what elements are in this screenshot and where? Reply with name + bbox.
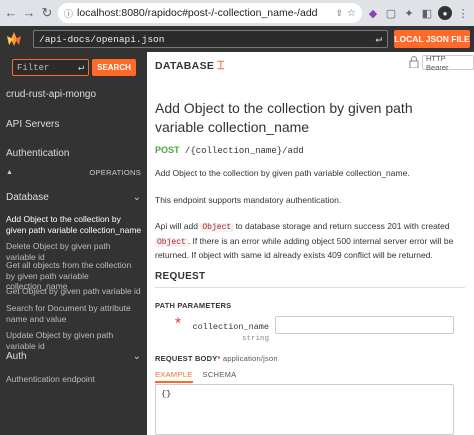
operation-title: Add Object to the collection by given pa… [155,100,413,135]
forward-icon[interactable]: → [22,5,36,21]
enter-icon[interactable]: ↵ [375,32,382,46]
operation-summary: Add Object to the collection by given pa… [155,168,410,178]
extensions-puzzle-icon[interactable]: ✦ [402,6,416,20]
sidebar-item-update-object[interactable]: Update Object by given path variable id [6,330,142,351]
inline-code: Object [200,223,234,232]
back-icon[interactable]: ← [4,5,18,21]
tab-example[interactable]: EXAMPLE [155,370,193,383]
site-info-icon[interactable]: ⓘ [64,7,73,20]
lock-icon [409,56,419,68]
local-json-file-button[interactable]: LOCAL JSON FILE [394,30,470,48]
request-heading: REQUEST [155,271,206,282]
link-icon[interactable]: ⌶ [217,58,225,73]
body-tabs: EXAMPLE SCHEMA [155,370,236,383]
sidebar-item-api-servers[interactable]: API Servers [6,119,59,130]
extension-icon[interactable]: ▢ [384,6,398,20]
sidebar-item-authentication-endpoint[interactable]: Authentication endpoint [6,374,142,385]
param-name: collection_name [192,322,269,332]
operation-description: Api will add Object to database storage … [155,221,454,260]
path-text: /{collection_name}/add [184,146,304,156]
collapse-all-icon[interactable]: ▲ [6,169,13,176]
endpoint-path: POST /{collection_name}/add [155,145,304,156]
enter-icon[interactable]: ↵ [78,62,84,74]
bookmark-star-icon[interactable]: ☆ [347,8,356,19]
sidebar-item-delete-object[interactable]: Delete Object by given path variable id [6,241,142,262]
rapidoc-header: /api-docs/openapi.json ↵ LOCAL JSON FILE [0,26,474,52]
sidebar-item-api-title[interactable]: crud-rust-api-mongo [6,89,96,100]
main-content: DATABASE ⌶ HTTP Bearer Add Object to the… [147,52,474,435]
path-parameters-heading: PATH PARAMETERS [155,301,232,310]
sidebar: Filter ↵ SEARCH crud-rust-api-mongo API … [0,52,147,435]
search-button[interactable]: SEARCH [92,59,136,76]
browser-toolbar: ← → ↻ ⓘ localhost:8080/rapidoc#post-/-co… [0,0,474,26]
chevron-down-icon: ⌄ [132,351,141,362]
filter-input[interactable]: Filter ↵ [12,59,89,76]
param-label: * collection_name string [155,316,269,343]
reload-icon[interactable]: ↻ [40,5,54,21]
auth-badge: HTTP Bearer [422,54,474,72]
request-body-mime: application/json [222,354,278,363]
tag-header: DATABASE ⌶ [155,58,225,73]
request-body-heading: REQUEST BODY* application/json [155,354,278,363]
operations-header[interactable]: ▲ OPERATIONS [6,168,141,177]
spec-url-input[interactable]: /api-docs/openapi.json ↵ [33,30,388,48]
sidebar-item-get-object[interactable]: Get Object by given path variable id [6,286,142,297]
address-bar[interactable]: ⓘ localhost:8080/rapidoc#post-/-collecti… [58,3,362,23]
sidebar-item-add-object[interactable]: Add Object to the collection by given pa… [6,214,142,235]
request-body-editor[interactable]: {} [155,384,454,435]
collection-name-input[interactable] [275,316,454,334]
share-icon[interactable]: ⇪ [335,8,343,19]
sidebar-section-database[interactable]: Database ⌄ [6,192,141,203]
extension-icon[interactable]: ◆ [366,6,380,20]
tab-schema[interactable]: SCHEMA [203,370,237,383]
sidebar-panel-icon[interactable]: ◧ [420,6,434,20]
auth-note: This endpoint supports mandatory authent… [155,195,342,205]
sidebar-section-auth[interactable]: Auth ⌄ [6,351,141,362]
sidebar-item-search-document[interactable]: Search for Document by attribute name an… [6,303,142,324]
menu-kebab-icon[interactable]: ⋮ [456,6,470,20]
inline-code: Object [155,237,188,247]
method-badge: POST [155,145,180,155]
profile-avatar[interactable]: ● [438,6,452,20]
rapidoc-logo [0,26,28,52]
divider [155,287,465,288]
url-text[interactable]: localhost:8080/rapidoc#post-/-collection… [77,7,331,19]
param-type: string [241,335,269,343]
chevron-down-icon: ⌄ [132,192,141,203]
sidebar-item-authentication[interactable]: Authentication [6,148,69,159]
